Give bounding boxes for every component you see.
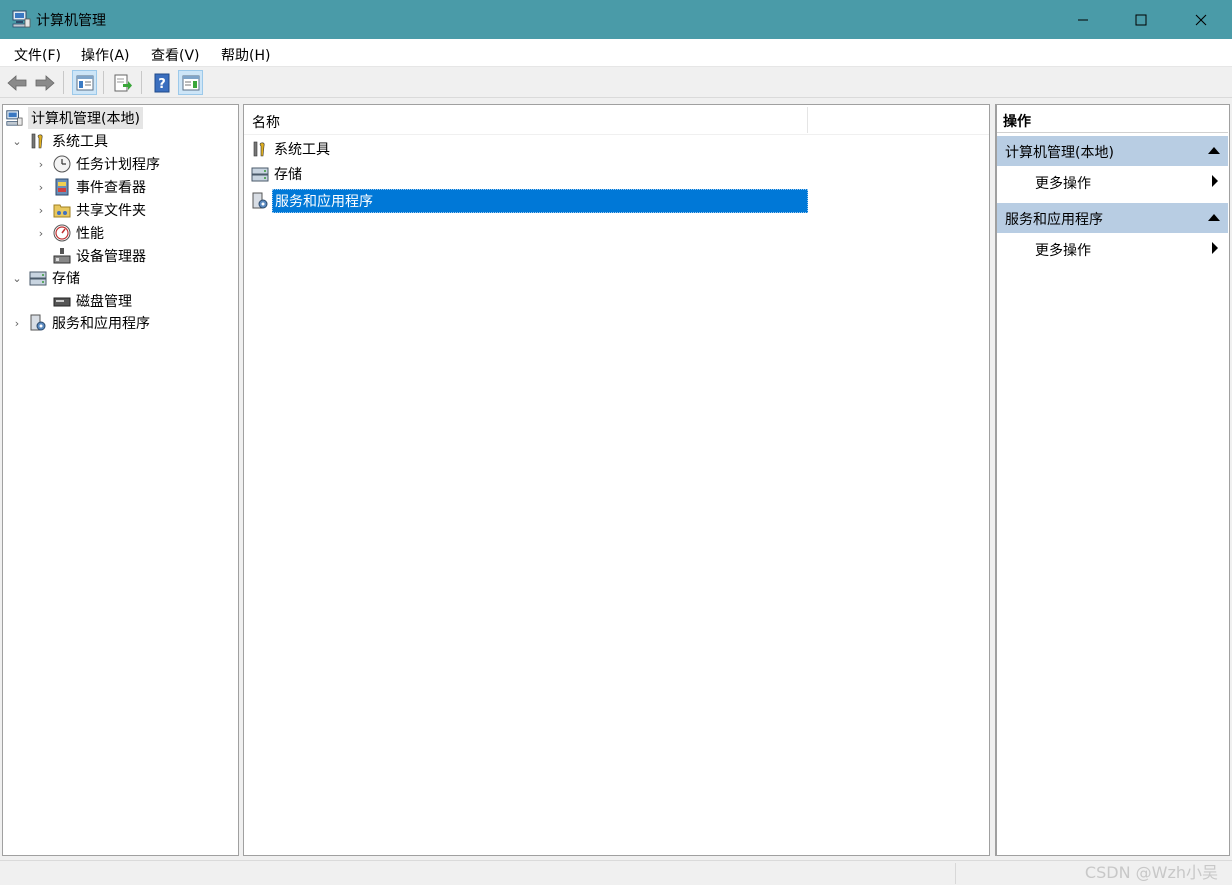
tree-item-root[interactable]: 计算机管理(本地) xyxy=(5,107,143,129)
tree-root-label: 计算机管理(本地) xyxy=(28,107,143,129)
list-item-system-tools[interactable]: 系统工具 xyxy=(250,137,332,161)
device-manager-icon xyxy=(53,247,71,265)
tree-item-performance[interactable]: › 性能 xyxy=(35,222,104,244)
storage-icon xyxy=(250,164,270,184)
tree-item-label: 事件查看器 xyxy=(76,180,146,196)
chevron-right-icon[interactable]: › xyxy=(35,181,47,194)
chevron-down-icon[interactable]: ⌄ xyxy=(11,272,23,285)
chevron-right-icon[interactable]: › xyxy=(35,227,47,240)
action-group-computer-management[interactable]: 计算机管理(本地) xyxy=(997,136,1228,166)
storage-icon xyxy=(29,269,47,287)
tree-item-label: 服务和应用程序 xyxy=(52,316,150,332)
menu-view[interactable]: 查看(V) xyxy=(151,45,200,65)
back-icon[interactable] xyxy=(4,70,29,95)
tree-item-label: 设备管理器 xyxy=(76,249,146,265)
shared-folder-icon xyxy=(53,201,71,219)
collapse-up-icon[interactable] xyxy=(1208,214,1220,221)
services-icon xyxy=(29,314,47,332)
svg-text:?: ? xyxy=(158,77,166,92)
submenu-arrow-icon xyxy=(1212,175,1218,187)
chevron-right-icon[interactable]: › xyxy=(35,204,47,217)
chevron-right-icon[interactable]: › xyxy=(11,317,23,330)
menu-file[interactable]: 文件(F) xyxy=(14,45,61,65)
tree-item-disk-management[interactable]: 磁盘管理 xyxy=(35,290,132,312)
list-item-label: 存储 xyxy=(274,167,302,183)
performance-icon xyxy=(53,224,71,242)
action-group-services-apps[interactable]: 服务和应用程序 xyxy=(997,203,1228,233)
services-icon xyxy=(250,191,270,211)
column-header-name[interactable]: 名称 xyxy=(252,112,280,132)
export-list-icon[interactable] xyxy=(110,70,135,95)
tools-icon xyxy=(29,132,47,150)
client-area: 计算机管理(本地) ⌄ 系统工具 › 任务计划程序 › 事件查看器 › 共享文件… xyxy=(0,98,1232,860)
close-button[interactable] xyxy=(1172,0,1230,39)
title-bar: 计算机管理 xyxy=(0,0,1232,39)
tree-item-label: 性能 xyxy=(76,226,104,242)
event-viewer-icon xyxy=(53,178,71,196)
action-more-actions[interactable]: 更多操作 xyxy=(997,166,1228,196)
status-cell xyxy=(955,863,1035,884)
disk-management-icon xyxy=(53,292,71,310)
list-item-label: 服务和应用程序 xyxy=(272,189,808,213)
tree-item-device-manager[interactable]: 设备管理器 xyxy=(35,245,146,267)
list-item-label: 系统工具 xyxy=(274,142,330,158)
tree-item-task-scheduler[interactable]: › 任务计划程序 xyxy=(35,153,160,175)
tree-item-services-apps[interactable]: › 服务和应用程序 xyxy=(11,312,150,334)
menu-action[interactable]: 操作(A) xyxy=(81,45,130,65)
result-list: 名称 系统工具 存储 服务和应用程序 xyxy=(243,104,990,856)
clock-icon xyxy=(53,155,71,173)
action-pane-title: 操作 xyxy=(997,105,1228,133)
maximize-button[interactable] xyxy=(1112,0,1170,39)
chevron-down-icon[interactable]: ⌄ xyxy=(11,135,23,148)
action-group-label: 计算机管理(本地) xyxy=(1005,145,1114,161)
action-item-label: 更多操作 xyxy=(1035,243,1091,259)
menu-bar: 文件(F) 操作(A) 查看(V) 帮助(H) xyxy=(0,39,1232,67)
forward-icon[interactable] xyxy=(32,70,57,95)
minimize-button[interactable] xyxy=(1054,0,1112,39)
tree-item-label: 磁盘管理 xyxy=(76,294,132,310)
list-header: 名称 xyxy=(244,105,989,135)
status-bar xyxy=(0,860,1232,885)
show-hide-action-pane-icon[interactable] xyxy=(178,70,203,95)
tree-item-label: 系统工具 xyxy=(52,134,108,150)
tree-item-event-viewer[interactable]: › 事件查看器 xyxy=(35,176,146,198)
watermark: CSDN @Wzh小吴 xyxy=(1084,863,1218,882)
collapse-up-icon[interactable] xyxy=(1208,147,1220,154)
action-more-actions[interactable]: 更多操作 xyxy=(997,233,1228,263)
action-group-label: 服务和应用程序 xyxy=(1005,212,1103,228)
tree-item-label: 存储 xyxy=(52,271,80,287)
chevron-right-icon[interactable]: › xyxy=(35,158,47,171)
action-item-label: 更多操作 xyxy=(1035,176,1091,192)
submenu-arrow-icon xyxy=(1212,242,1218,254)
tree-item-label: 任务计划程序 xyxy=(76,157,160,173)
computer-management-icon xyxy=(5,109,23,127)
console-tree: 计算机管理(本地) ⌄ 系统工具 › 任务计划程序 › 事件查看器 › 共享文件… xyxy=(2,104,239,856)
list-item-storage[interactable]: 存储 xyxy=(250,162,304,186)
computer-management-icon xyxy=(11,9,31,29)
toolbar: ? xyxy=(0,67,1232,98)
list-item-services-apps[interactable]: 服务和应用程序 xyxy=(250,189,808,213)
tools-icon xyxy=(250,139,270,159)
action-pane-title-label: 操作 xyxy=(1003,114,1031,130)
menu-help[interactable]: 帮助(H) xyxy=(221,45,270,65)
tree-item-storage[interactable]: ⌄ 存储 xyxy=(11,267,80,289)
action-pane: 操作 计算机管理(本地) 更多操作 服务和应用程序 更多操作 xyxy=(995,104,1230,856)
tree-item-shared-folders[interactable]: › 共享文件夹 xyxy=(35,199,146,221)
help-icon[interactable]: ? xyxy=(149,70,174,95)
window-title: 计算机管理 xyxy=(36,13,106,29)
show-hide-tree-icon[interactable] xyxy=(72,70,97,95)
tree-item-system-tools[interactable]: ⌄ 系统工具 xyxy=(11,130,108,152)
column-divider[interactable] xyxy=(807,107,808,133)
tree-item-label: 共享文件夹 xyxy=(76,203,146,219)
